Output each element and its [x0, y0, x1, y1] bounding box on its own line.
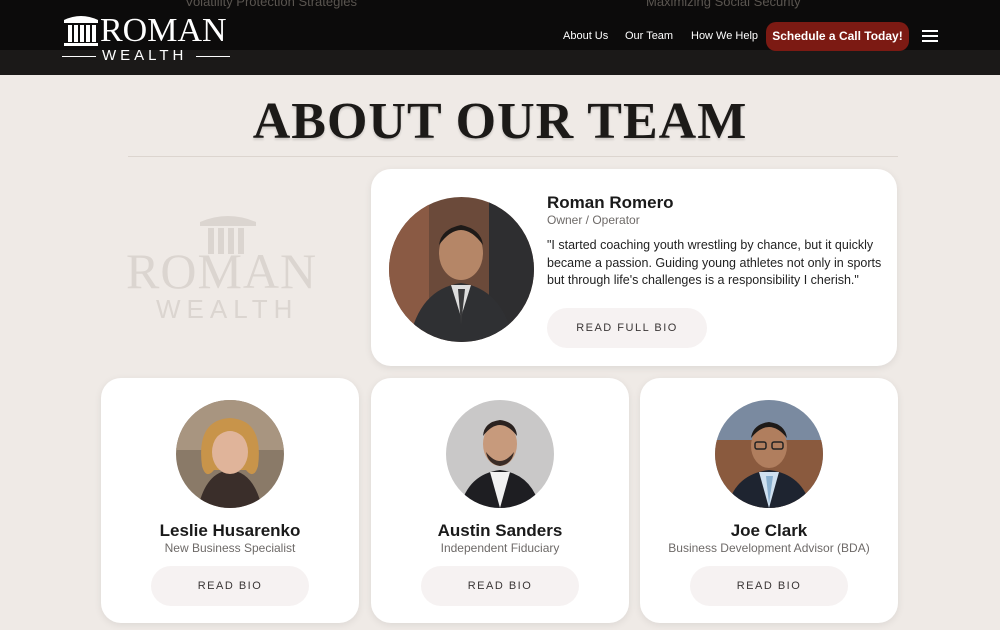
- column-icon: [64, 16, 98, 46]
- watermark-logo: ROMAN WEALTH: [126, 212, 336, 324]
- schedule-call-button[interactable]: Schedule a Call Today!: [766, 22, 909, 51]
- logo-rule-right: [196, 56, 230, 57]
- background-ghost-text: Maximizing Social Security: [646, 0, 801, 9]
- member-name: Austin Sanders: [437, 521, 563, 540]
- logo-wordmark: ROMAN: [100, 12, 227, 49]
- member-role: Business Development Advisor (BDA): [668, 541, 870, 555]
- logo-rule-left: [62, 56, 96, 57]
- team-card-leslie: Leslie Husarenko New Business Specialist…: [101, 378, 359, 623]
- portrait-image: [715, 400, 823, 508]
- read-bio-button[interactable]: READ BIO: [690, 566, 848, 606]
- avatar: [446, 400, 554, 508]
- portrait-image: [446, 400, 554, 508]
- member-name: Joe Clark: [730, 521, 808, 540]
- portrait-image: [176, 400, 284, 508]
- read-full-bio-button[interactable]: READ FULL BIO: [547, 308, 707, 348]
- logo-subtitle: WEALTH: [102, 47, 188, 64]
- nav-about-us[interactable]: About Us: [563, 30, 608, 42]
- portrait-image: [389, 197, 534, 342]
- member-quote: "I started coaching youth wrestling by c…: [547, 238, 882, 287]
- read-bio-button[interactable]: READ BIO: [421, 566, 579, 606]
- featured-team-card: Roman Romero Owner / Operator "I started…: [371, 169, 897, 366]
- member-role: Owner / Operator: [547, 213, 640, 227]
- team-card-joe: Joe Clark Business Development Advisor (…: [640, 378, 898, 623]
- title-divider: [128, 156, 898, 157]
- nav-our-team[interactable]: Our Team: [625, 30, 673, 42]
- member-role: New Business Specialist: [164, 541, 296, 555]
- hamburger-menu-icon[interactable]: [922, 30, 938, 43]
- nav-how-we-help[interactable]: How We Help: [691, 30, 758, 42]
- avatar: [389, 197, 534, 342]
- page-title: ABOUT OUR TEAM: [252, 93, 748, 150]
- background-ghost-text: Volatility Protection Strategies: [185, 0, 357, 9]
- logo[interactable]: ROMAN WEALTH: [62, 12, 232, 64]
- member-role: Independent Fiduciary: [440, 541, 560, 555]
- avatar: [176, 400, 284, 508]
- member-name: Roman Romero: [547, 193, 674, 212]
- watermark-subtitle: WEALTH: [156, 294, 299, 324]
- member-name: Leslie Husarenko: [159, 521, 301, 540]
- team-card-austin: Austin Sanders Independent Fiduciary REA…: [371, 378, 629, 623]
- watermark-wordmark: ROMAN: [126, 243, 318, 299]
- avatar: [715, 400, 823, 508]
- read-bio-button[interactable]: READ BIO: [151, 566, 309, 606]
